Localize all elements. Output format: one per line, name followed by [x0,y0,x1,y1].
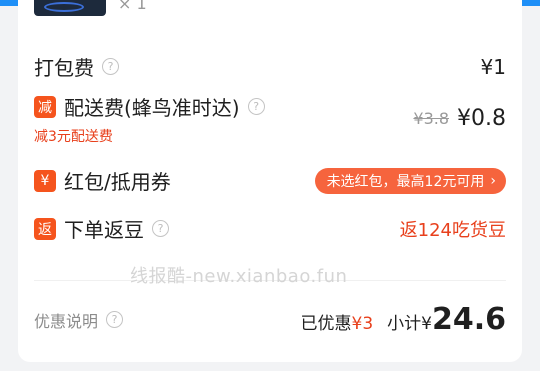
order-summary-card: × 1 打包费 ? ¥1 减 配送费(蜂鸟准时达) ? ¥3.8 ¥0.8 减3… [18,0,522,362]
help-icon[interactable]: ? [106,311,124,328]
packaging-fee-price: ¥1 [480,54,506,79]
subtotal-value: 24.6 [431,302,506,337]
packaging-fee-label: 打包费 [34,56,94,80]
delivery-fee-original-price: ¥3.8 [413,109,450,128]
red-packet-pill-text: 未选红包，最高12元可用 [326,173,485,190]
footer-row: 优惠说明 ? 已优惠 ¥3 小计¥ 24.6 [34,302,506,337]
beans-return-label: 下单返豆 [64,218,144,242]
watermark: 线报酷-new.xianbao.fun [130,266,348,287]
help-icon[interactable]: ? [102,58,119,75]
chevron-right-icon: › [490,172,496,189]
red-packet-label: 红包/抵用券 [64,170,171,194]
return-badge-icon: 返 [34,217,56,240]
red-packet-select-button[interactable]: 未选红包，最高12元可用 › [314,167,506,194]
red-packet-row[interactable]: ¥ 红包/抵用券 未选红包，最高12元可用 › [34,166,506,195]
delivery-discount-note: 减3元配送费 [34,129,113,145]
delivery-fee-price: ¥0.8 [457,106,506,131]
saved-amount: ¥3 [351,314,374,334]
product-quantity: × 1 [118,0,147,13]
beans-return-row: 返 下单返豆 ? 返124吃货豆 [34,214,506,243]
beans-return-value: 返124吃货豆 [399,219,506,241]
discount-info-label[interactable]: 优惠说明 [34,308,98,332]
saved-label: 已优惠 [300,314,352,334]
product-thumbnail [34,0,106,16]
subtotal-label: 小计¥ [387,314,432,334]
packaging-fee-row: 打包费 ? ¥1 [34,52,506,81]
yuan-badge-icon: ¥ [34,169,56,192]
help-icon[interactable]: ? [152,220,169,237]
